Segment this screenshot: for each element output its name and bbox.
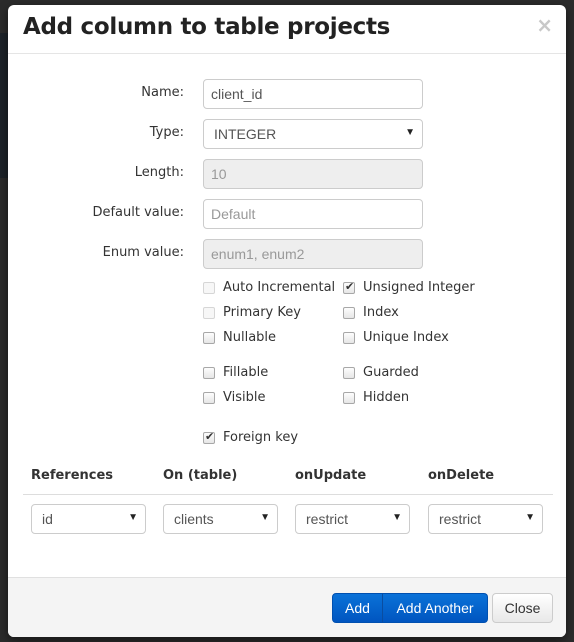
checkbox-label: Unsigned Integer	[363, 280, 475, 295]
type-label: Type:	[149, 125, 184, 140]
enum-value-label: Enum value:	[102, 245, 184, 260]
checkbox-label: Guarded	[363, 365, 419, 380]
default-value-input[interactable]	[203, 199, 423, 229]
references-header: References	[31, 468, 114, 483]
close-button[interactable]: Close	[492, 593, 553, 623]
checkbox-label: Auto Incremental	[223, 280, 336, 295]
type-select-value: INTEGER	[214, 126, 277, 142]
table-divider	[23, 494, 553, 495]
default-value-label: Default value:	[92, 205, 184, 220]
modal-body: Name: Type: INTEGER ▼ Length: Default va…	[8, 54, 566, 576]
checkbox-icon	[203, 307, 215, 319]
chevron-down-icon: ▼	[405, 127, 415, 138]
length-row: Length:	[8, 159, 566, 189]
checkbox-icon	[343, 307, 355, 319]
checkbox-icon	[343, 392, 355, 404]
checkbox-checked-icon	[203, 430, 215, 444]
on-update-select[interactable]: restrict ▼	[295, 504, 410, 534]
on-delete-select-value: restrict	[439, 511, 481, 527]
on-delete-header: onDelete	[428, 468, 495, 483]
name-input[interactable]	[203, 79, 423, 109]
add-another-button[interactable]: Add Another	[382, 593, 488, 623]
checkbox-icon	[203, 367, 215, 379]
on-update-header: onUpdate	[295, 468, 367, 483]
checkbox-icon	[203, 332, 215, 344]
checkbox-icon	[343, 332, 355, 344]
checkbox-checked-icon	[343, 280, 355, 294]
checkbox-label: Primary Key	[223, 305, 301, 320]
modal-title: Add column to table projects	[23, 14, 391, 40]
checkbox-label: Hidden	[363, 390, 410, 405]
on-update-select-value: restrict	[306, 511, 348, 527]
close-icon[interactable]: ×	[536, 15, 553, 35]
chevron-down-icon: ▼	[128, 512, 138, 523]
length-input[interactable]	[203, 159, 423, 189]
add-button[interactable]: Add	[332, 593, 383, 623]
name-label: Name:	[141, 85, 184, 100]
on-table-select-value: clients	[174, 511, 214, 527]
checkbox-label: Visible	[223, 390, 266, 405]
add-column-modal: Add column to table projects × Name: Typ…	[8, 5, 566, 637]
checkbox-icon	[203, 282, 215, 294]
enum-value-input[interactable]	[203, 239, 423, 269]
default-value-row: Default value:	[8, 199, 566, 229]
type-select[interactable]: INTEGER ▼	[203, 119, 423, 149]
type-row: Type: INTEGER ▼	[8, 119, 566, 149]
length-label: Length:	[134, 165, 184, 180]
checkbox-label: Fillable	[223, 365, 269, 380]
chevron-down-icon: ▼	[525, 512, 535, 523]
checkbox-icon	[343, 367, 355, 379]
modal-footer: Add Add Another Close	[8, 577, 566, 637]
chevron-down-icon: ▼	[392, 512, 402, 523]
references-select-value: id	[42, 511, 53, 527]
references-select[interactable]: id ▼	[31, 504, 146, 534]
on-table-select[interactable]: clients ▼	[163, 504, 278, 534]
checkbox-label: Unique Index	[363, 330, 449, 345]
checkbox-icon	[203, 392, 215, 404]
on-delete-select[interactable]: restrict ▼	[428, 504, 543, 534]
name-row: Name:	[8, 79, 566, 109]
checkbox-label: Index	[363, 305, 399, 320]
modal-header: Add column to table projects ×	[8, 5, 566, 54]
checkbox-label: Nullable	[223, 330, 277, 345]
enum-value-row: Enum value:	[8, 239, 566, 269]
checkbox-label: Foreign key	[223, 430, 299, 445]
on-table-header: On (table)	[163, 468, 238, 483]
chevron-down-icon: ▼	[260, 512, 270, 523]
